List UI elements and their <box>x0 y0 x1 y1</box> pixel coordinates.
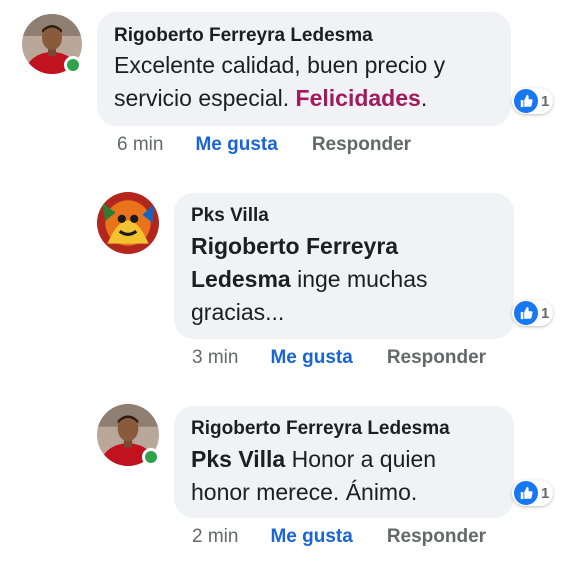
comment-text-fragment: inge muchas <box>290 266 428 292</box>
comment-text-line: Excelente calidad, buen precio y <box>114 52 446 78</box>
reaction-badge[interactable]: 1 <box>512 300 554 326</box>
comment-author[interactable]: Pks Villa <box>191 205 514 227</box>
comment-author[interactable]: Rigoberto Ferreyra Ledesma <box>191 418 514 440</box>
comment-actions: 6 min Me gusta Responder <box>117 134 411 156</box>
comment-timestamp[interactable]: 3 min <box>192 347 238 369</box>
comment-text: Excelente calidad, buen precio y servici… <box>114 49 511 115</box>
comment-text-line: Rigoberto Ferreyra <box>191 230 514 263</box>
comment-bubble: Rigoberto Ferreyra Ledesma Excelente cal… <box>97 12 511 126</box>
online-status-icon <box>142 448 160 466</box>
thumbs-up-icon <box>514 481 538 505</box>
reaction-badge[interactable]: 1 <box>512 88 554 114</box>
highlighted-word: Felicidades <box>295 85 421 111</box>
comment-timestamp[interactable]: 6 min <box>117 134 163 156</box>
reaction-count: 1 <box>541 92 550 110</box>
like-button[interactable]: Me gusta <box>195 134 277 156</box>
comment-text: Rigoberto Ferreyra Ledesma inge muchas g… <box>191 230 514 329</box>
comment-text: Pks Villa Honor a quien honor merece. Án… <box>191 443 514 509</box>
comment-bubble: Rigoberto Ferreyra Ledesma Pks Villa Hon… <box>174 406 514 518</box>
reaction-badge[interactable]: 1 <box>512 480 554 506</box>
like-button[interactable]: Me gusta <box>270 526 352 548</box>
comment-text-fragment: Honor a quien <box>285 446 437 472</box>
comment-text-line: Pks Villa Honor a quien <box>191 443 514 476</box>
thumbs-up-icon <box>514 89 538 113</box>
comment-text-line: Ledesma inge muchas <box>191 263 514 296</box>
mention-link[interactable]: Pks Villa <box>191 446 285 472</box>
reaction-count: 1 <box>541 484 550 502</box>
comment-text-line: honor merece. Ánimo. <box>191 479 418 505</box>
comment-actions: 2 min Me gusta Responder <box>192 526 486 548</box>
avatar[interactable] <box>97 192 159 254</box>
reply-button[interactable]: Responder <box>387 526 486 548</box>
reply-button[interactable]: Responder <box>312 134 411 156</box>
comment-text-line: servicio especial. Felicidades. <box>114 82 511 115</box>
online-status-icon <box>64 56 82 74</box>
reaction-count: 1 <box>541 304 550 322</box>
comment-bubble: Pks Villa Rigoberto Ferreyra Ledesma ing… <box>174 193 514 339</box>
comment-text-fragment: . <box>420 85 428 111</box>
comment-actions: 3 min Me gusta Responder <box>192 347 486 369</box>
comment-author[interactable]: Rigoberto Ferreyra Ledesma <box>114 25 511 47</box>
comment-text-line: gracias... <box>191 299 285 325</box>
reply-button[interactable]: Responder <box>387 347 486 369</box>
like-button[interactable]: Me gusta <box>270 347 352 369</box>
colorful-art-avatar-icon <box>97 192 159 254</box>
comment-timestamp[interactable]: 2 min <box>192 526 238 548</box>
mention-link[interactable]: Rigoberto Ferreyra <box>191 233 398 259</box>
comment-text-fragment: servicio especial. <box>114 85 296 111</box>
mention-link[interactable]: Ledesma <box>191 266 291 292</box>
thumbs-up-icon <box>514 301 538 325</box>
